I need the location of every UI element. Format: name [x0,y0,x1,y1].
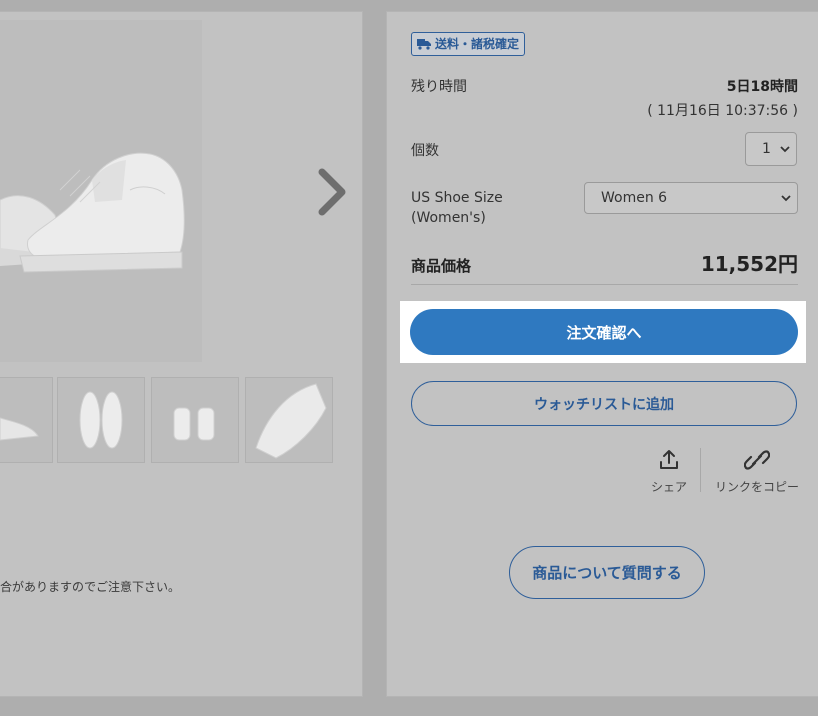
quantity-select[interactable]: 1 [745,132,797,166]
thumbnail-image [255,383,327,459]
sneaker-image [0,152,185,273]
divider [411,284,798,285]
thumbnail-image [173,407,215,441]
add-to-watchlist-button[interactable]: ウォッチリストに追加 [411,381,797,426]
action-divider [700,448,701,492]
shipping-tax-badge: 送料・諸税確定 [411,32,526,56]
product-gallery: 合がありますのでご注意下さい。 [0,12,362,696]
thumbnail-image [79,391,123,449]
deadline-datetime: ( 11月16日 10:37:56 ) [647,103,798,119]
link-icon [743,450,771,470]
thumbnail[interactable] [0,378,52,462]
thumbnail-image [0,417,39,441]
copy-link-button[interactable]: リンクをコピー [713,448,801,495]
quantity-selected: 1 [762,141,771,157]
next-image-button[interactable] [316,168,348,216]
share-label: シェア [650,480,687,494]
thumbnail[interactable] [58,378,144,462]
badge-label: 送料・諸税確定 [435,37,520,51]
price-value: 11,552円 [700,252,798,276]
main-product-image[interactable] [0,20,202,362]
size-selected: Women 6 [601,190,668,206]
size-label: US Shoe Size (Women's) [411,190,503,226]
chevron-down-icon [781,195,791,202]
proceed-to-checkout-button[interactable]: 注文確認へ [410,309,798,355]
thumbnail[interactable] [246,378,332,462]
ask-question-button[interactable]: 商品について質問する [509,546,705,599]
size-select[interactable]: Women 6 [584,182,798,214]
price-label: 商品価格 [411,257,472,275]
chevron-right-icon [318,168,346,216]
thumbnail[interactable] [152,378,238,462]
share-button[interactable]: シェア [649,448,689,495]
caution-note: 合がありますのでご注意下さい。 [0,580,181,594]
share-icon [660,450,678,469]
quantity-label: 個数 [411,143,439,159]
copy-link-label: リンクをコピー [714,480,799,494]
chevron-down-icon [780,146,790,153]
truck-icon [417,39,431,50]
remaining-time-value: 5日18時間 [726,79,798,95]
remaining-time-label: 残り時間 [411,79,467,95]
